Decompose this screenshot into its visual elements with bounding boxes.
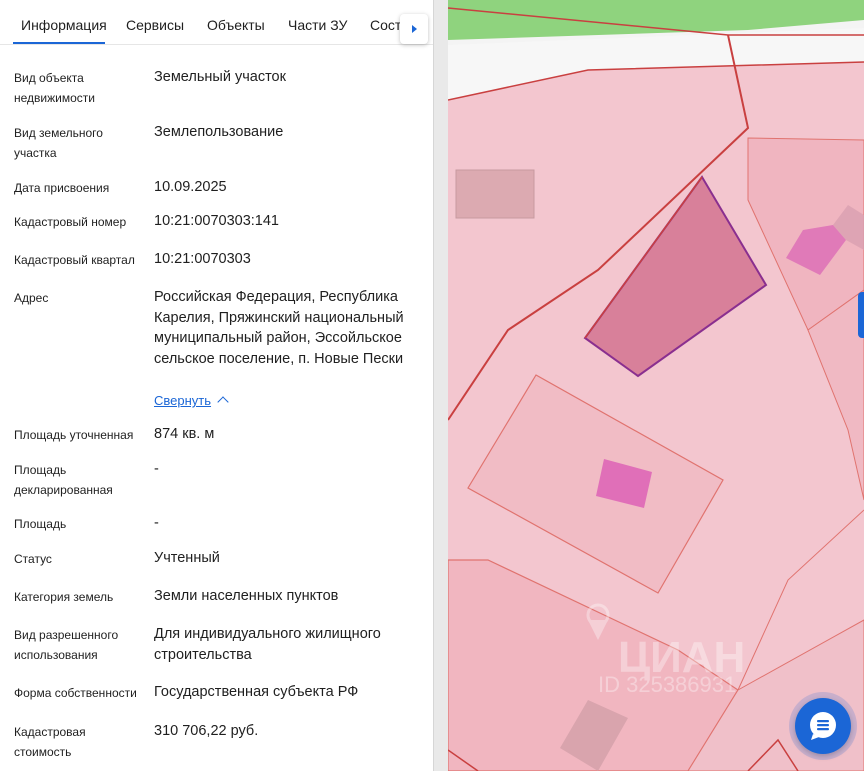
field-label-assign-date: Дата присвоения xyxy=(14,181,110,195)
chat-icon xyxy=(810,712,836,740)
chevron-right-icon xyxy=(411,25,417,33)
address-collapse-link[interactable]: Свернуть xyxy=(154,392,211,410)
field-value-address: Российская Федерация, Республика Карелия… xyxy=(154,289,404,367)
tabs-scroll-right-button[interactable] xyxy=(400,14,428,44)
tab-parts[interactable]: Части ЗУ xyxy=(288,17,347,33)
field-value-permitted-use: Для индивидуального жилищного строительс… xyxy=(154,626,381,663)
info-panel: Информация Сервисы Объекты Части ЗУ Сост… xyxy=(0,0,433,771)
field-value-area: - xyxy=(154,515,159,531)
field-value-area-declared: - xyxy=(154,461,159,477)
field-label-object-type: Вид объекта недвижимости xyxy=(14,71,95,105)
chevron-up-icon[interactable] xyxy=(217,396,229,408)
active-tab-indicator xyxy=(13,42,105,44)
field-value-status: Учтенный xyxy=(154,550,220,566)
field-value-cadastral-value: 310 706,22 руб. xyxy=(154,723,259,739)
field-label-area-declared: Площадь декларированная xyxy=(14,463,113,497)
map-side-handle[interactable] xyxy=(858,292,864,338)
field-value-cadastral-quarter: 10:21:0070303 xyxy=(154,251,251,267)
chat-button[interactable] xyxy=(795,698,851,754)
watermark-id: ID 325386931 xyxy=(598,672,736,697)
field-label-cadastral-quarter: Кадастровый квартал xyxy=(14,253,135,267)
tab-objects[interactable]: Объекты xyxy=(207,17,265,33)
field-label-land-category: Категория земель xyxy=(14,590,114,604)
map-canvas[interactable]: ЦИАН ID 325386931 xyxy=(448,0,864,771)
cadastral-map[interactable]: ЦИАН ID 325386931 xyxy=(448,0,864,771)
field-value-cadastral-number: 10:21:0070303:141 xyxy=(154,213,279,229)
field-label-address: Адрес xyxy=(14,291,49,305)
building-outline xyxy=(455,169,535,219)
field-label-area-precise: Площадь уточненная xyxy=(14,428,134,442)
field-label-area: Площадь xyxy=(14,517,67,531)
tab-bar: Информация Сервисы Объекты Части ЗУ Сост… xyxy=(0,0,433,45)
field-label-status: Статус xyxy=(14,552,52,566)
field-value-land-category: Земли населенных пунктов xyxy=(154,588,339,604)
field-value-land-type: Землепользование xyxy=(154,124,284,140)
field-label-ownership: Форма собственности xyxy=(14,686,137,700)
field-label-permitted-use: Вид разрешенного использования xyxy=(14,628,119,662)
tab-services[interactable]: Сервисы xyxy=(126,17,184,33)
field-label-cadastral-value: Кадастровая стоимость xyxy=(14,725,86,759)
field-value-object-type: Земельный участок xyxy=(154,69,286,85)
field-value-assign-date: 10.09.2025 xyxy=(154,179,227,195)
field-label-land-type: Вид земельного участка xyxy=(14,126,103,160)
field-value-area-precise: 874 кв. м xyxy=(154,426,215,442)
field-label-cadastral-number: Кадастровый номер xyxy=(14,215,127,229)
tab-information[interactable]: Информация xyxy=(21,17,107,33)
panel-splitter[interactable] xyxy=(433,0,449,771)
field-value-ownership: Государственная субъекта РФ xyxy=(154,684,359,700)
